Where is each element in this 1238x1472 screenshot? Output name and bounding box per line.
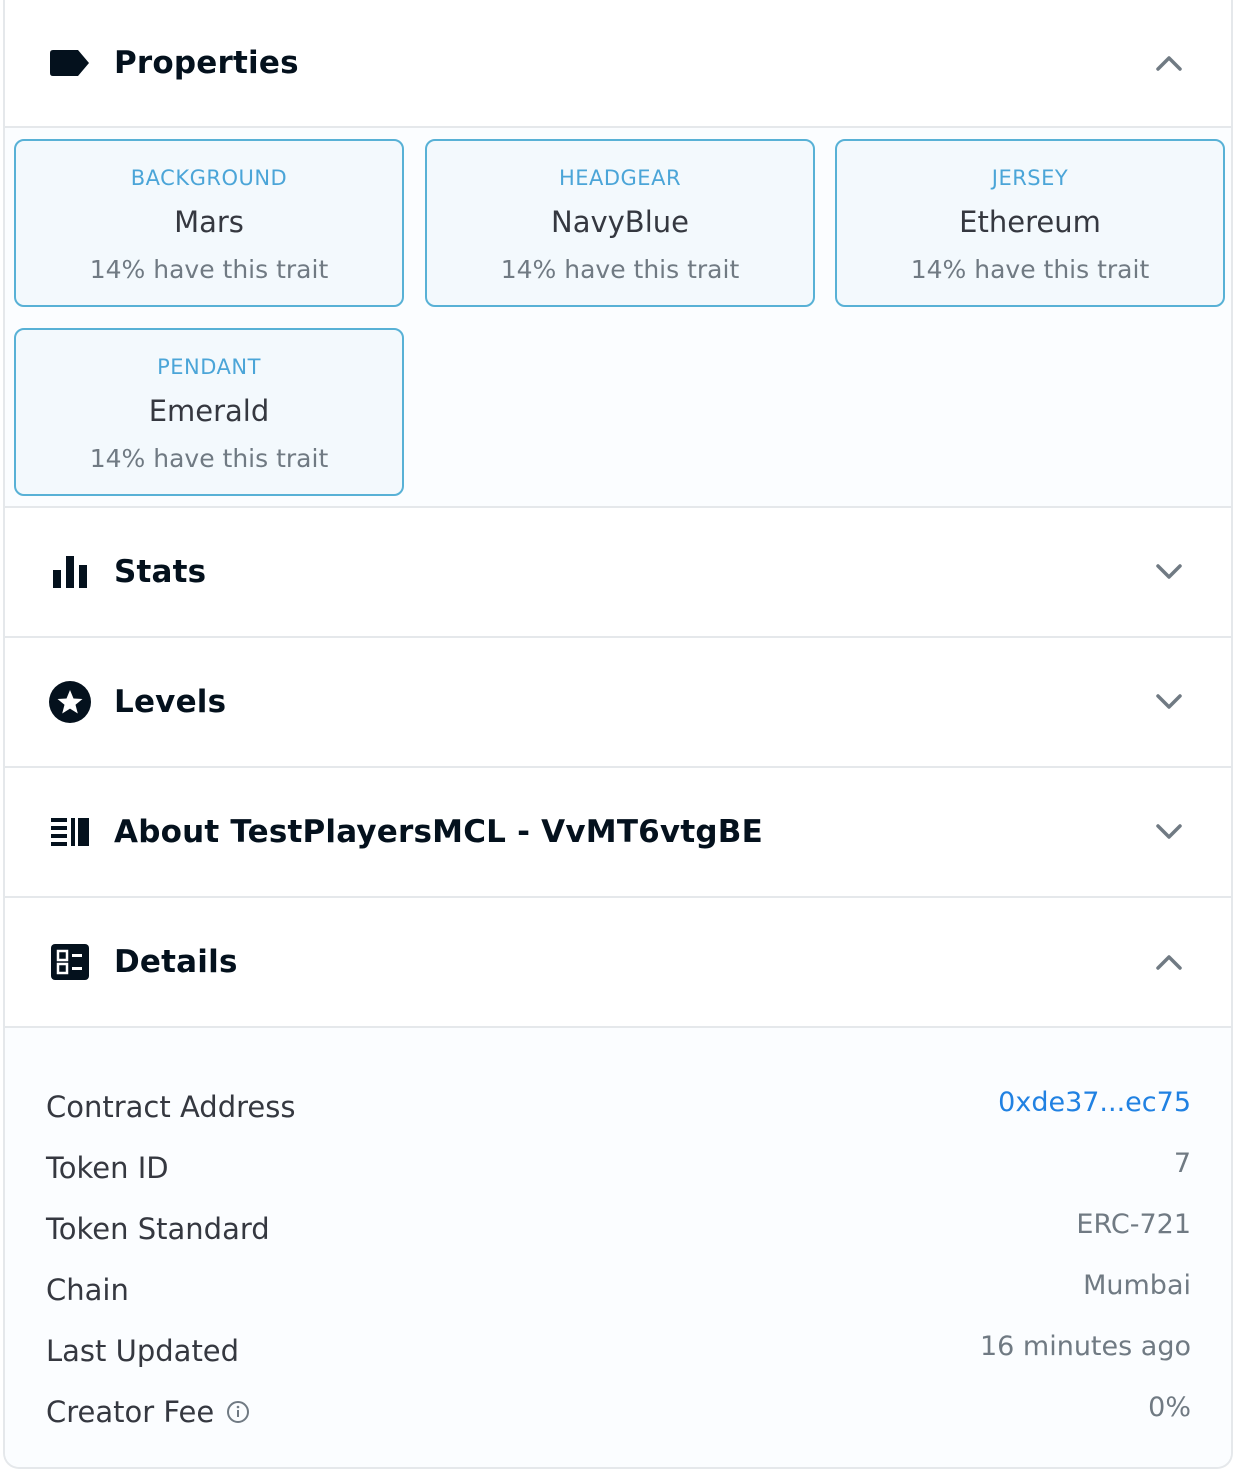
trait-card-jersey[interactable]: JERSEY Ethereum 14% have this trait <box>835 139 1225 307</box>
about-title: About TestPlayersMCL - VvMT6vtgBE <box>114 814 763 850</box>
info-icon[interactable] <box>226 1400 250 1424</box>
trait-rarity: 14% have this trait <box>89 444 329 473</box>
chevron-down-icon[interactable] <box>1151 554 1187 590</box>
stats-title: Stats <box>114 554 207 590</box>
detail-row-last-updated: Last Updated 16 minutes ago <box>46 1331 1191 1384</box>
detail-label-wrap: Creator Fee <box>46 1395 250 1429</box>
trait-rarity: 14% have this trait <box>500 255 740 284</box>
bar-chart-icon <box>48 550 92 594</box>
detail-value: 7 <box>1173 1148 1191 1179</box>
detail-row-token-standard: Token Standard ERC-721 <box>46 1209 1191 1262</box>
levels-title: Levels <box>114 684 227 720</box>
detail-row-token-id: Token ID 7 <box>46 1148 1191 1201</box>
detail-label: Chain <box>46 1273 129 1307</box>
trait-card-headgear[interactable]: HEADGEAR NavyBlue 14% have this trait <box>425 139 815 307</box>
trait-rarity: 14% have this trait <box>89 255 329 284</box>
chevron-down-icon[interactable] <box>1151 814 1187 850</box>
about-header[interactable]: About TestPlayersMCL - VvMT6vtgBE <box>5 768 1231 898</box>
chevron-up-icon[interactable] <box>1151 45 1187 81</box>
label-icon <box>48 41 92 85</box>
trait-type: PENDANT <box>157 355 261 379</box>
trait-value: Ethereum <box>959 205 1101 239</box>
properties-grid: BACKGROUND Mars 14% have this trait HEAD… <box>5 128 1231 508</box>
chevron-up-icon[interactable] <box>1151 944 1187 980</box>
chevron-down-icon[interactable] <box>1151 684 1187 720</box>
detail-label: Last Updated <box>46 1334 240 1368</box>
detail-row-contract-address: Contract Address 0xde37...ec75 <box>46 1087 1191 1140</box>
details-list-icon <box>48 940 92 984</box>
trait-value: Mars <box>174 205 244 239</box>
trait-type: HEADGEAR <box>558 166 682 190</box>
detail-value: ERC-721 <box>1076 1209 1191 1240</box>
trait-rarity: 14% have this trait <box>910 255 1150 284</box>
detail-label: Token ID <box>46 1151 169 1185</box>
trait-card-pendant[interactable]: PENDANT Emerald 14% have this trait <box>14 328 404 496</box>
detail-label: Contract Address <box>46 1090 296 1124</box>
detail-value: 0% <box>1148 1392 1191 1423</box>
trait-value: NavyBlue <box>551 205 689 239</box>
details-list: Contract Address 0xde37...ec75 Token ID … <box>5 1028 1231 1467</box>
trait-value: Emerald <box>148 394 270 428</box>
details-header[interactable]: Details <box>5 898 1231 1028</box>
detail-row-creator-fee: Creator Fee 0% <box>46 1392 1191 1445</box>
detail-label: Creator Fee <box>46 1395 215 1429</box>
properties-title: Properties <box>114 45 299 81</box>
detail-label: Token Standard <box>46 1212 270 1246</box>
description-icon <box>48 810 92 854</box>
properties-header[interactable]: Properties <box>5 0 1231 128</box>
details-title: Details <box>114 944 238 980</box>
star-circle-icon <box>48 680 92 724</box>
detail-value: Mumbai <box>1083 1270 1191 1301</box>
detail-row-chain: Chain Mumbai <box>46 1270 1191 1323</box>
detail-value: 16 minutes ago <box>979 1331 1191 1362</box>
trait-type: JERSEY <box>991 166 1069 190</box>
item-detail-panel: Properties BACKGROUND Mars 14% have this… <box>3 0 1233 1469</box>
stats-header[interactable]: Stats <box>5 508 1231 638</box>
trait-type: BACKGROUND <box>130 166 288 190</box>
levels-header[interactable]: Levels <box>5 638 1231 768</box>
contract-address-link[interactable]: 0xde37...ec75 <box>998 1087 1191 1118</box>
trait-card-background[interactable]: BACKGROUND Mars 14% have this trait <box>14 139 404 307</box>
